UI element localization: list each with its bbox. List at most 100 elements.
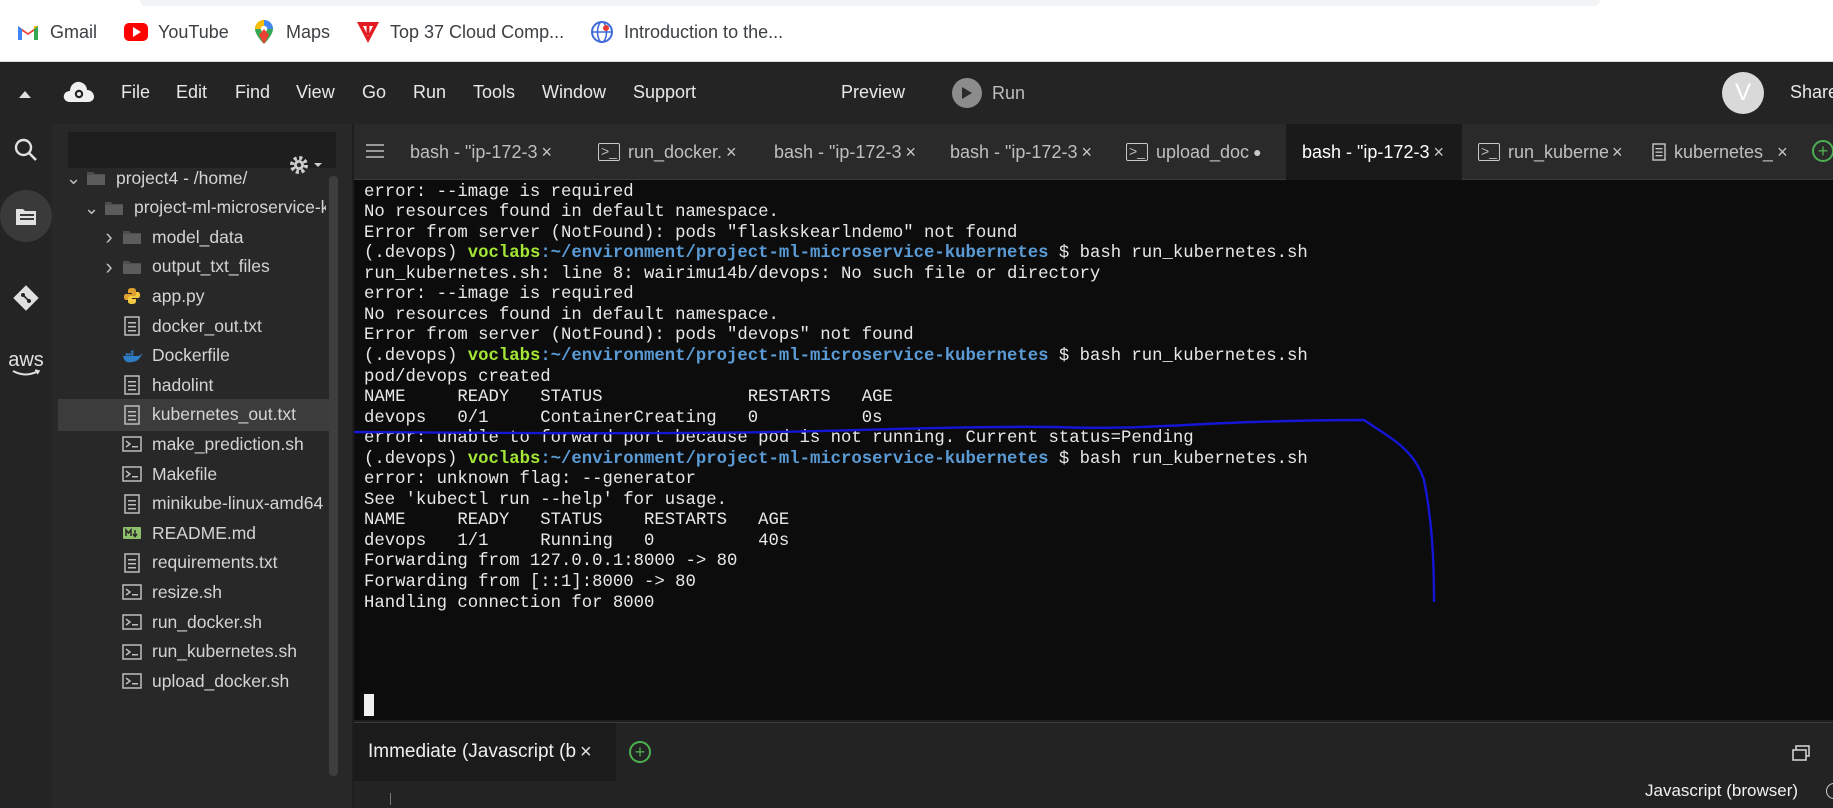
- language-mode[interactable]: Javascript (browser): [1645, 781, 1798, 801]
- editor-tab[interactable]: bash - "ip-172-3 ×: [758, 124, 934, 180]
- terminal-file-icon: >_: [598, 143, 620, 161]
- chevron-down-icon[interactable]: ⌄: [66, 169, 81, 187]
- bookmarks-bar: Gmail YouTube Maps Top 37 Cloud Comp... …: [0, 0, 1833, 62]
- tree-file[interactable]: README.md: [102, 517, 326, 549]
- editor-tab[interactable]: >_ run_kuberne ×: [1462, 124, 1638, 180]
- tree-folder[interactable]: ⌄ project-ml-microservice-kubernetes: [84, 192, 326, 224]
- immediate-tab[interactable]: Immediate (Javascript (browser)) ×: [354, 723, 616, 781]
- menu-window[interactable]: Window: [542, 82, 606, 103]
- tree-file[interactable]: make_prediction.sh: [102, 428, 326, 460]
- terminal-output-line: See 'kubectl run --help' for usage.: [364, 490, 727, 510]
- prompt-path: :~/environment/project-ml-microservice-k…: [540, 244, 1049, 264]
- folder-icon: [122, 257, 142, 277]
- run-button[interactable]: Run: [952, 78, 1025, 108]
- share-button[interactable]: Share: [1790, 82, 1833, 103]
- terminal-output-line: error: --image is required: [364, 285, 634, 305]
- close-icon[interactable]: ×: [1777, 142, 1788, 163]
- editor-tab[interactable]: bash - "ip-172-3 ×: [394, 124, 574, 180]
- text-file-icon: [122, 553, 142, 573]
- add-panel-icon[interactable]: +: [629, 741, 651, 763]
- add-tab-icon[interactable]: +: [1812, 140, 1833, 162]
- editor-tab[interactable]: kubernetes_ ×: [1636, 124, 1812, 180]
- tree-file[interactable]: upload_docker.sh: [102, 665, 326, 697]
- tab-label: bash - "ip-172-3: [950, 141, 1078, 162]
- tree-folder[interactable]: › model_data: [102, 221, 326, 253]
- tab-menu-icon[interactable]: [366, 144, 384, 163]
- folder-icon: [86, 168, 106, 188]
- bookmark-gmail[interactable]: Gmail: [16, 20, 97, 44]
- tree-file[interactable]: hadolint: [102, 369, 326, 401]
- bookmark-label: Maps: [286, 21, 331, 42]
- collapse-icon[interactable]: [18, 86, 32, 104]
- close-icon[interactable]: ×: [905, 142, 916, 163]
- bottom-panel: Immediate (Javascript (browser)) × + Jav…: [354, 722, 1833, 808]
- menu-find[interactable]: Find: [235, 82, 270, 103]
- tree-file[interactable]: Makefile: [102, 458, 326, 490]
- tree-file[interactable]: requirements.txt: [102, 547, 326, 579]
- close-icon[interactable]: ×: [1433, 142, 1444, 163]
- git-icon[interactable]: [6, 278, 46, 318]
- editor-tab[interactable]: >_ upload_doc ●: [1110, 124, 1286, 180]
- editor-tab[interactable]: bash - "ip-172-3 ×: [934, 124, 1110, 180]
- bookmark-introduction[interactable]: Introduction to the...: [590, 20, 783, 44]
- editor-tab[interactable]: bash - "ip-172-3 ×: [1286, 124, 1462, 180]
- tree-file[interactable]: docker_out.txt: [102, 310, 326, 342]
- tree-file[interactable]: minikube-linux-amd64: [102, 488, 326, 520]
- preview-button[interactable]: Preview: [841, 82, 905, 103]
- tree-folder[interactable]: › output_txt_files: [102, 251, 326, 283]
- avatar[interactable]: V: [1722, 72, 1764, 114]
- close-icon[interactable]: ×: [1081, 142, 1092, 163]
- search-icon[interactable]: [6, 130, 46, 170]
- tree-item-label: kubernetes_out.txt: [152, 404, 296, 425]
- terminal-cursor: [364, 694, 374, 716]
- terminal[interactable]: error: --image is required No resources f…: [354, 180, 1833, 720]
- close-icon[interactable]: ×: [1612, 142, 1623, 163]
- prompt-cmd: $ bash run_kubernetes.sh: [1048, 346, 1308, 366]
- tree-item-label: model_data: [152, 226, 244, 247]
- settings-gear-icon[interactable]: [288, 154, 323, 176]
- chevron-right-icon[interactable]: ›: [102, 255, 116, 277]
- menu-edit[interactable]: Edit: [176, 82, 207, 103]
- tree-scrollbar[interactable]: [329, 176, 338, 776]
- status-circle-icon: [1826, 783, 1833, 799]
- close-icon[interactable]: ×: [541, 142, 552, 163]
- menu-support[interactable]: Support: [633, 82, 696, 103]
- prompt-venv: (.devops): [364, 449, 468, 469]
- bookmark-maps[interactable]: Maps: [252, 20, 330, 44]
- tree-file[interactable]: Dockerfile: [102, 340, 326, 372]
- close-icon[interactable]: ×: [726, 142, 737, 163]
- tree-file[interactable]: resize.sh: [102, 576, 326, 608]
- tree-file[interactable]: run_docker.sh: [102, 606, 326, 638]
- folder-icon: [104, 198, 124, 218]
- globe-icon: [590, 20, 614, 44]
- tree-item-label: output_txt_files: [152, 256, 270, 277]
- prompt-venv: (.devops): [364, 346, 468, 366]
- unsaved-dot-icon[interactable]: ●: [1253, 144, 1261, 160]
- chevron-down-icon[interactable]: ⌄: [84, 199, 99, 217]
- chevron-right-icon[interactable]: ›: [102, 226, 116, 248]
- terminal-output-line: NAME READY STATUS RESTARTS AGE: [364, 511, 790, 531]
- terminal-output-line: Forwarding from 127.0.0.1:8000 -> 80: [364, 552, 738, 572]
- menu-file[interactable]: File: [121, 82, 150, 103]
- run-label: Run: [992, 82, 1026, 103]
- menu-view[interactable]: View: [296, 82, 335, 103]
- editor-tab[interactable]: >_ run_docker. ×: [582, 124, 758, 180]
- tree-folder[interactable]: ⌄ project4 - /home/: [66, 162, 326, 194]
- tree-file[interactable]: run_kubernetes.sh: [102, 636, 326, 668]
- close-icon[interactable]: ×: [580, 741, 592, 764]
- bookmark-top37[interactable]: Top 37 Cloud Comp...: [356, 20, 564, 44]
- text-file-icon: [122, 405, 142, 425]
- maximize-panel-icon[interactable]: [1792, 745, 1810, 766]
- menu-go[interactable]: Go: [362, 82, 386, 103]
- tree-file[interactable]: app.py: [102, 280, 326, 312]
- aws-icon[interactable]: aws: [6, 344, 46, 384]
- bookmark-youtube[interactable]: YouTube: [124, 20, 229, 44]
- menu-run[interactable]: Run: [413, 82, 446, 103]
- tree-file[interactable]: kubernetes_out.txt: [58, 398, 330, 431]
- bookmark-label: YouTube: [158, 21, 229, 42]
- menu-tools[interactable]: Tools: [473, 82, 515, 103]
- files-icon[interactable]: [0, 190, 52, 242]
- terminal-prompt-line: (.devops) voclabs:~/environment/project-…: [364, 244, 1308, 264]
- gmail-icon: [16, 20, 40, 44]
- cloud9-logo-icon[interactable]: [62, 78, 96, 111]
